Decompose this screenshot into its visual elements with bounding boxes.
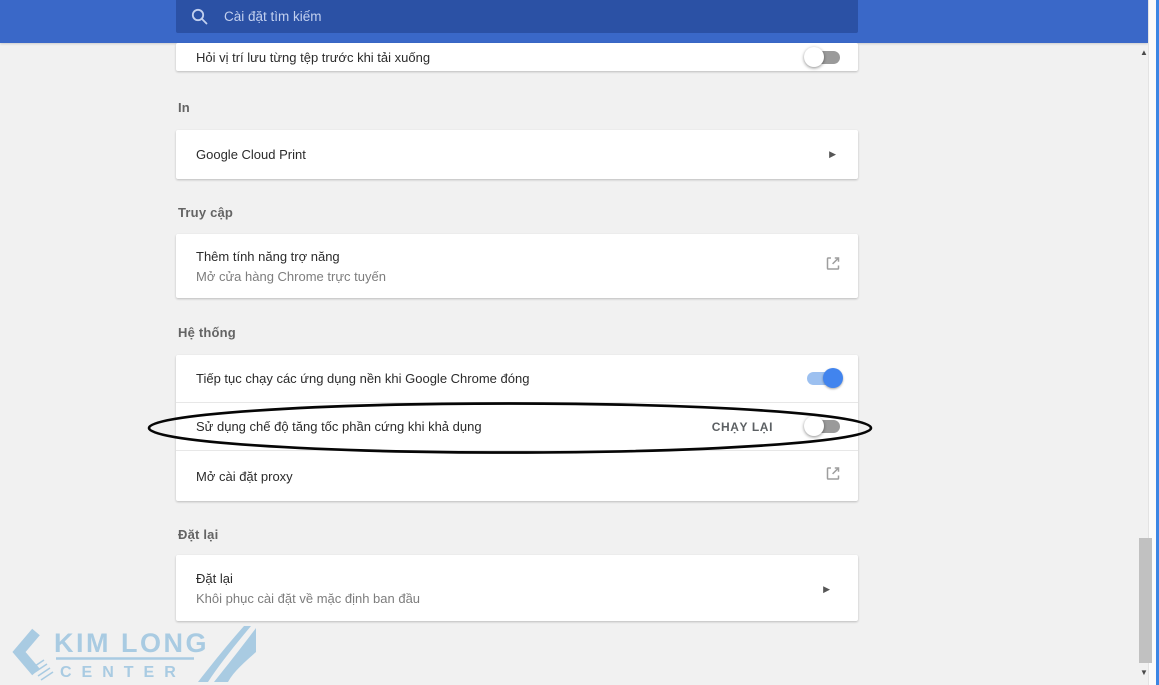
open-in-new-icon	[824, 465, 842, 488]
scrollbar-thumb[interactable]	[1139, 538, 1152, 663]
accessibility-card: Thêm tính năng trợ năng Mở cửa hàng Chro…	[176, 234, 858, 298]
watermark-line1: KIM LONG	[54, 628, 209, 658]
google-cloud-print-row[interactable]: Google Cloud Print ▶	[176, 130, 858, 179]
open-in-new-icon	[824, 255, 842, 278]
chrome-settings-page: Hỏi vị trí lưu từng tệp trước khi tải xu…	[0, 0, 1159, 685]
kim-long-center-watermark: KIM LONG CENTER	[2, 620, 260, 685]
scrollbar-up-arrow-icon[interactable]: ▲	[1136, 46, 1152, 60]
search-icon	[191, 8, 208, 25]
section-label-reset: Đặt lại	[178, 527, 218, 542]
accessibility-features-row[interactable]: Thêm tính năng trợ năng Mở cửa hàng Chro…	[176, 234, 858, 298]
ask-download-location-toggle[interactable]	[807, 51, 840, 64]
hardware-acceleration-row: Sử dụng chế độ tăng tốc phần cứng khi kh…	[176, 402, 858, 450]
reset-settings-row[interactable]: Đặt lại Khôi phục cài đặt về mặc định ba…	[176, 555, 858, 621]
section-label-accessibility: Truy cập	[178, 205, 233, 220]
settings-header-bar	[0, 0, 1148, 43]
hardware-acceleration-label: Sử dụng chế độ tăng tốc phần cứng khi kh…	[196, 419, 704, 434]
section-label-print: In	[178, 100, 190, 115]
background-apps-toggle[interactable]	[807, 372, 840, 385]
reset-card: Đặt lại Khôi phục cài đặt về mặc định ba…	[176, 555, 858, 621]
background-apps-label: Tiếp tục chạy các ứng dụng nền khi Googl…	[196, 371, 807, 386]
reset-settings-sublabel: Khôi phục cài đặt về mặc định ban đầu	[196, 591, 840, 606]
scrollbar-down-arrow-icon[interactable]: ▼	[1136, 666, 1152, 680]
proxy-settings-row[interactable]: Mở cài đặt proxy	[176, 450, 858, 501]
section-label-system: Hệ thống	[178, 325, 236, 340]
proxy-settings-label: Mở cài đặt proxy	[196, 469, 840, 484]
chevron-right-icon: ▶	[823, 579, 834, 597]
google-cloud-print-label: Google Cloud Print	[196, 147, 829, 162]
chevron-logo-mark	[19, 632, 53, 680]
toggle-knob	[804, 416, 824, 436]
accessibility-features-label: Thêm tính năng trợ năng	[196, 249, 840, 264]
download-location-card: Hỏi vị trí lưu từng tệp trước khi tải xu…	[176, 43, 858, 71]
toggle-knob	[823, 368, 843, 388]
background-apps-row: Tiếp tục chạy các ứng dụng nền khi Googl…	[176, 355, 858, 402]
search-input[interactable]	[222, 0, 858, 34]
relaunch-button[interactable]: CHẠY LẠI	[704, 414, 781, 440]
swoosh-logo-mark	[198, 626, 256, 682]
accessibility-features-sublabel: Mở cửa hàng Chrome trực tuyến	[196, 269, 840, 284]
hardware-acceleration-toggle[interactable]	[807, 420, 840, 433]
system-card: Tiếp tục chạy các ứng dụng nền khi Googl…	[176, 355, 858, 501]
ask-download-location-label: Hỏi vị trí lưu từng tệp trước khi tải xu…	[196, 50, 807, 65]
watermark-line2: CENTER	[60, 664, 186, 681]
ask-download-location-row: Hỏi vị trí lưu từng tệp trước khi tải xu…	[176, 43, 858, 71]
settings-search-field[interactable]	[176, 0, 858, 33]
chevron-right-icon: ▶	[829, 149, 836, 160]
print-card: Google Cloud Print ▶	[176, 130, 858, 179]
reset-settings-label: Đặt lại	[196, 571, 840, 586]
toggle-knob	[804, 47, 824, 67]
